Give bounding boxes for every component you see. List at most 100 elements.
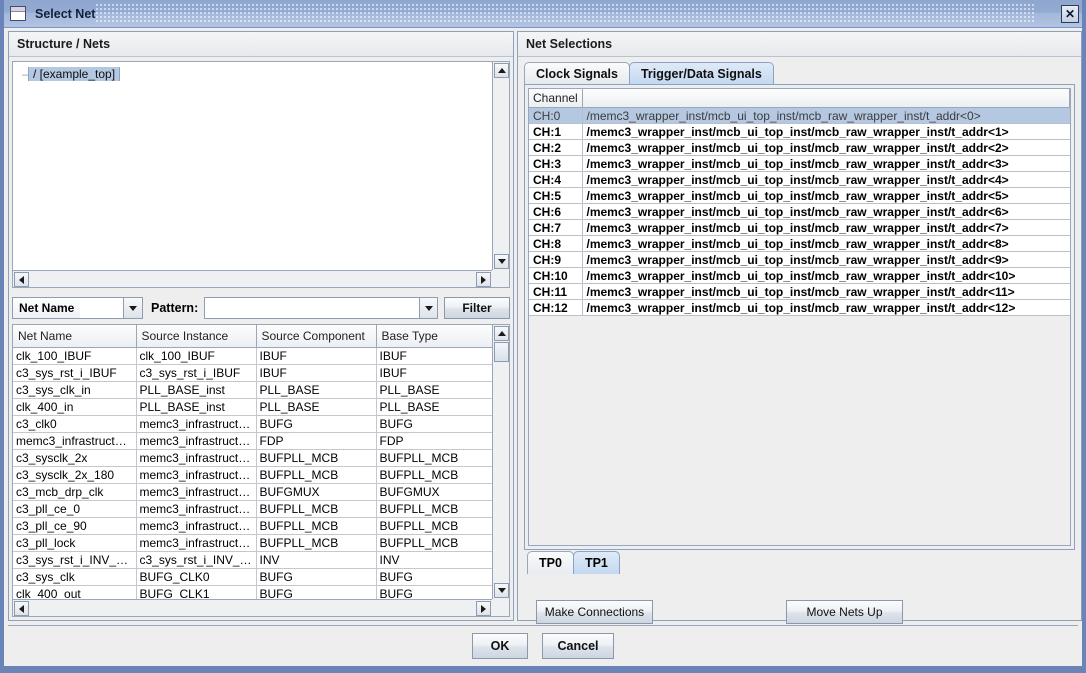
tree-horizontal-scrollbar[interactable]: [13, 270, 492, 287]
scope-dropdown[interactable]: Net Name: [12, 297, 143, 319]
net-cell: BUFPLL_MCB: [376, 466, 492, 484]
net-cell: clk_100_IBUF: [136, 347, 257, 365]
net-table[interactable]: Net Name Source Instance Source Componen…: [12, 324, 510, 617]
tab-tp1[interactable]: TP1: [572, 551, 620, 574]
cancel-button[interactable]: Cancel: [542, 633, 614, 659]
scroll-up-icon[interactable]: [494, 326, 509, 341]
table-row[interactable]: c3_sys_clk_in PLL_BASE_inst PLL_BASE PLL_BA…: [13, 381, 492, 399]
filter-bar: Net Name Pattern: Filter: [12, 295, 510, 321]
net-cell: PLL_BASE: [376, 398, 492, 416]
net-column-header-source-component[interactable]: Source Component: [256, 325, 377, 348]
channel-row[interactable]: CH:0/memc3_wrapper_inst/mcb_ui_top_inst/…: [529, 107, 1070, 124]
tree-vertical-scrollbar[interactable]: [492, 62, 509, 270]
net-cell: FDP: [376, 432, 492, 450]
net-column-header-base-type[interactable]: Base Type: [376, 325, 492, 348]
table-row[interactable]: c3_pll_ce_90 memc3_infrastructure... BUFPL…: [13, 517, 492, 535]
table-row[interactable]: clk_400_out BUFG_CLK1 BUFG BUFG: [13, 585, 492, 599]
scroll-left-icon[interactable]: [14, 272, 29, 287]
tab-clock-signals[interactable]: Clock Signals: [524, 62, 630, 84]
net-cell: IBUF: [376, 364, 492, 382]
window-title: Select Net: [35, 6, 96, 21]
net-table-vertical-scrollbar[interactable]: [492, 325, 509, 599]
net-selections-panel: Net Selections Clock Signals Trigger/Data…: [517, 31, 1082, 652]
make-connections-button[interactable]: Make Connections: [536, 600, 653, 624]
channel-row[interactable]: CH:3/memc3_wrapper_inst/mcb_ui_top_inst/…: [529, 155, 1070, 172]
table-row[interactable]: c3_mcb_drp_clk memc3_infrastructure... BUF…: [13, 483, 492, 501]
tab-trigger-data-signals[interactable]: Trigger/Data Signals: [628, 62, 774, 84]
scroll-right-icon[interactable]: [476, 601, 491, 616]
table-row[interactable]: clk_100_IBUF clk_100_IBUF IBUF IBUF: [13, 347, 492, 365]
net-table-horizontal-scrollbar[interactable]: [13, 599, 492, 616]
channel-net-path: /memc3_wrapper_inst/mcb_ui_top_inst/mcb_…: [582, 187, 1070, 204]
channel-row[interactable]: CH:7/memc3_wrapper_inst/mcb_ui_top_inst/…: [529, 219, 1070, 236]
dialog-footer: OK Cancel: [8, 625, 1078, 666]
select-net-dialog: Select Net ✕ Structure / Nets — / [examp…: [0, 0, 1086, 673]
window-icon: [10, 6, 26, 21]
scroll-up-icon[interactable]: [494, 63, 509, 78]
channel-row[interactable]: CH:5/memc3_wrapper_inst/mcb_ui_top_inst/…: [529, 187, 1070, 204]
channel-row[interactable]: CH:1/memc3_wrapper_inst/mcb_ui_top_inst/…: [529, 123, 1070, 140]
tree-node-root[interactable]: — / [example_top]: [21, 65, 492, 82]
net-cell: c3_sys_rst_i_INV_21 ...: [13, 551, 137, 569]
table-row[interactable]: c3_pll_ce_0 memc3_infrastructure... BUFPLL…: [13, 500, 492, 518]
tree-content: — / [example_top]: [13, 62, 492, 270]
channel-net-path: /memc3_wrapper_inst/mcb_ui_top_inst/mcb_…: [582, 123, 1070, 140]
channel-row[interactable]: CH:8/memc3_wrapper_inst/mcb_ui_top_inst/…: [529, 235, 1070, 252]
table-row[interactable]: c3_sys_clk BUFG_CLK0 BUFG BUFG: [13, 568, 492, 586]
channel-id: CH:11: [529, 283, 583, 300]
net-cell: PLL_BASE_inst: [136, 381, 257, 399]
net-scroll-thumb[interactable]: [494, 342, 509, 362]
scroll-right-icon[interactable]: [476, 272, 491, 287]
channel-row[interactable]: CH:9/memc3_wrapper_inst/mcb_ui_top_inst/…: [529, 251, 1070, 268]
channel-row[interactable]: CH:4/memc3_wrapper_inst/mcb_ui_top_inst/…: [529, 171, 1070, 188]
pattern-input[interactable]: [204, 297, 419, 319]
tree-node-label[interactable]: / [example_top]: [28, 66, 121, 81]
titlebar-texture: [96, 4, 1036, 24]
table-row[interactable]: c3_sys_rst_i_INV_21 ... c3_sys_rst_i_INV_…: [13, 551, 492, 569]
net-cell: c3_sysclk_2x: [13, 449, 137, 467]
table-row[interactable]: c3_sysclk_2x memc3_infrastructure... BUFPL…: [13, 449, 492, 467]
pattern-history-chevron-icon[interactable]: [419, 297, 438, 319]
table-row[interactable]: c3_pll_lock memc3_infrastructure... BUFPLL…: [13, 534, 492, 552]
net-column-header-net-name[interactable]: Net Name: [13, 325, 137, 348]
channel-net-path: /memc3_wrapper_inst/mcb_ui_top_inst/mcb_…: [582, 219, 1070, 236]
net-cell: memc3_infrastructure...: [136, 466, 257, 484]
scroll-down-icon[interactable]: [494, 254, 509, 269]
table-row[interactable]: memc3_infrastructure... memc3_infrastruct…: [13, 432, 492, 450]
channel-row[interactable]: CH:10/memc3_wrapper_inst/mcb_ui_top_inst…: [529, 267, 1070, 284]
table-row[interactable]: c3_sys_rst_i_IBUF c3_sys_rst_i_IBUF IBUF IB…: [13, 364, 492, 382]
chevron-down-icon[interactable]: [123, 298, 142, 318]
channel-net-path: /memc3_wrapper_inst/mcb_ui_top_inst/mcb_…: [582, 107, 1070, 124]
net-cell: c3_sys_rst_i_IBUF: [136, 364, 257, 382]
channel-row[interactable]: CH:11/memc3_wrapper_inst/mcb_ui_top_inst…: [529, 283, 1070, 300]
move-nets-up-button[interactable]: Move Nets Up: [786, 600, 903, 624]
window-border-bottom: [0, 666, 1086, 673]
channel-header-row: Channel: [529, 89, 1070, 108]
close-icon[interactable]: ✕: [1061, 5, 1079, 23]
structure-nets-panel: Structure / Nets — / [example_top]: [8, 31, 514, 621]
structure-nets-heading: Structure / Nets: [9, 32, 513, 57]
scroll-left-icon[interactable]: [14, 601, 29, 616]
structure-tree[interactable]: — / [example_top]: [12, 61, 510, 288]
table-row[interactable]: clk_400_in PLL_BASE_inst PLL_BASE PLL_BASE: [13, 398, 492, 416]
scroll-down-icon[interactable]: [494, 583, 509, 598]
filter-button[interactable]: Filter: [444, 297, 510, 319]
channel-row[interactable]: CH:6/memc3_wrapper_inst/mcb_ui_top_inst/…: [529, 203, 1070, 220]
channel-row[interactable]: CH:2/memc3_wrapper_inst/mcb_ui_top_inst/…: [529, 139, 1070, 156]
table-row[interactable]: c3_sysclk_2x_180 memc3_infrastructure... B…: [13, 466, 492, 484]
channel-net-path: /memc3_wrapper_inst/mcb_ui_top_inst/mcb_…: [582, 203, 1070, 220]
net-column-header-source-instance[interactable]: Source Instance: [136, 325, 257, 348]
channel-list-viewport[interactable]: Channel CH:0/memc3_wrapper_inst/mcb_ui_t…: [528, 88, 1071, 546]
net-cell: BUFPLL_MCB: [256, 517, 377, 535]
channel-column-header[interactable]: Channel: [529, 89, 583, 108]
net-path-column-header[interactable]: [582, 89, 1070, 108]
net-cell: clk_400_out: [13, 585, 137, 599]
channel-id: CH:3: [529, 155, 583, 172]
channel-id: CH:7: [529, 219, 583, 236]
channel-row[interactable]: CH:12/memc3_wrapper_inst/mcb_ui_top_inst…: [529, 299, 1070, 316]
ok-button[interactable]: OK: [472, 633, 528, 659]
tab-tp0[interactable]: TP0: [527, 551, 574, 574]
table-row[interactable]: c3_clk0 memc3_infrastructure... BUFG BUFG: [13, 415, 492, 433]
net-cell: PLL_BASE_inst: [136, 398, 257, 416]
net-table-body: clk_100_IBUF clk_100_IBUF IBUF IBUF c3_sys_r…: [13, 347, 492, 599]
